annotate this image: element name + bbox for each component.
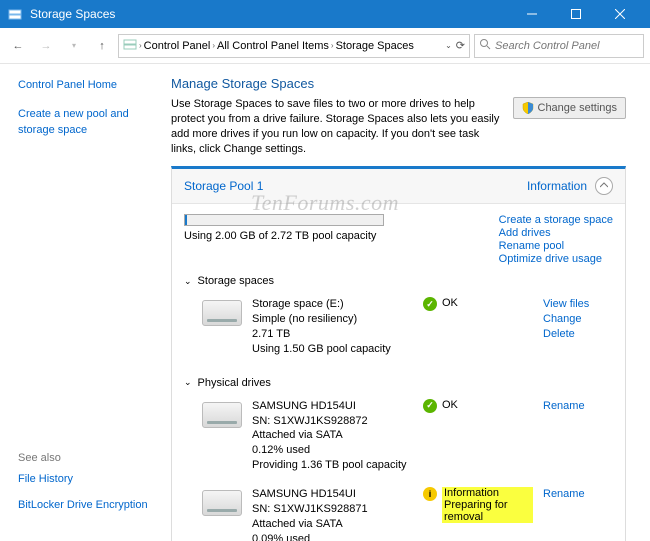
refresh-button[interactable]: ⟳	[456, 39, 465, 52]
pool-info-link[interactable]: Information	[527, 179, 587, 193]
page-title: Manage Storage Spaces	[171, 76, 626, 91]
storage-pool-panel: Storage Pool 1 Information Using 2.00 GB…	[171, 166, 626, 541]
drive-icon	[202, 300, 242, 326]
drive-icon	[202, 490, 242, 516]
collapse-button[interactable]	[595, 177, 613, 195]
main-panel: Manage Storage Spaces Use Storage Spaces…	[165, 64, 650, 541]
address-bar[interactable]: › Control Panel› All Control Panel Items…	[118, 34, 470, 58]
chevron-down-icon: ⌄	[184, 276, 192, 287]
titlebar: Storage Spaces	[0, 0, 650, 28]
up-button[interactable]: ↑	[90, 34, 114, 58]
drive-name: SAMSUNG HD154UI	[252, 399, 413, 414]
drive-name: SAMSUNG HD154UI	[252, 487, 413, 502]
capacity-text: Using 2.00 GB of 2.72 TB pool capacity	[184, 230, 459, 242]
shield-icon	[522, 102, 534, 114]
rename-drive-link[interactable]: Rename	[543, 487, 613, 502]
sidebar-bitlocker-link[interactable]: BitLocker Drive Encryption	[18, 498, 158, 513]
change-link[interactable]: Change	[543, 312, 613, 327]
window-title: Storage Spaces	[30, 7, 115, 21]
space-status: OK	[442, 297, 458, 309]
chevron-down-icon: ⌄	[184, 377, 192, 388]
sidebar-create-link[interactable]: Create a new pool and storage space	[18, 107, 155, 138]
drive-status-detail: Preparing for removal	[442, 499, 533, 523]
drive-attach: Attached via SATA	[252, 517, 413, 532]
physical-drives-section-header[interactable]: ⌄Physical drives	[184, 377, 613, 389]
rename-pool-link[interactable]: Rename pool	[499, 240, 613, 252]
recent-dropdown[interactable]: ▾	[62, 34, 86, 58]
minimize-button[interactable]	[510, 0, 554, 28]
drive-prov: Providing 1.36 TB pool capacity	[252, 458, 413, 473]
location-icon	[123, 37, 137, 54]
intro-text: Use Storage Spaces to save files to two …	[171, 97, 503, 156]
navbar: ← → ▾ ↑ › Control Panel› All Control Pan…	[0, 28, 650, 64]
close-button[interactable]	[598, 0, 642, 28]
drive-status: Information	[442, 487, 533, 499]
chevron-icon: ›	[139, 41, 142, 50]
back-button[interactable]: ←	[6, 34, 30, 58]
physical-drive-row: SAMSUNG HD154UI SN: S1XWJ1KS928872 Attac…	[184, 395, 613, 483]
rename-drive-link[interactable]: Rename	[543, 399, 613, 414]
sidebar-home-link[interactable]: Control Panel Home	[18, 78, 155, 93]
maximize-button[interactable]	[554, 0, 598, 28]
space-name: Storage space (E:)	[252, 297, 413, 312]
create-space-link[interactable]: Create a storage space	[499, 214, 613, 226]
see-also-header: See also	[18, 452, 158, 464]
sidebar-filehistory-link[interactable]: File History	[18, 472, 158, 487]
drive-used: 0.12% used	[252, 443, 413, 458]
physical-drive-row: SAMSUNG HD154UI SN: S1XWJ1KS928871 Attac…	[184, 483, 613, 541]
drive-used: 0.09% used	[252, 532, 413, 541]
ok-icon: ✓	[423, 297, 437, 311]
delete-link[interactable]: Delete	[543, 327, 613, 342]
forward-button[interactable]: →	[34, 34, 58, 58]
breadcrumb: Control Panel›	[144, 40, 215, 52]
address-dropdown[interactable]: ⌄	[445, 41, 452, 50]
change-settings-button[interactable]: Change settings	[513, 97, 627, 119]
add-drives-link[interactable]: Add drives	[499, 227, 613, 239]
drive-attach: Attached via SATA	[252, 428, 413, 443]
optimize-link[interactable]: Optimize drive usage	[499, 253, 613, 265]
drive-icon	[202, 402, 242, 428]
breadcrumb: Storage Spaces	[336, 40, 414, 52]
drive-status: OK	[442, 399, 458, 411]
space-size: 2.71 TB	[252, 327, 413, 342]
drive-sn: SN: S1XWJ1KS928872	[252, 414, 413, 429]
drive-sn: SN: S1XWJ1KS928871	[252, 502, 413, 517]
breadcrumb: All Control Panel Items›	[217, 40, 334, 52]
info-icon: i	[423, 487, 437, 501]
pool-name[interactable]: Storage Pool 1	[184, 179, 263, 193]
space-using: Using 1.50 GB pool capacity	[252, 342, 413, 357]
storage-spaces-section-header[interactable]: ⌄Storage spaces	[184, 275, 613, 287]
space-type: Simple (no resiliency)	[252, 312, 413, 327]
ok-icon: ✓	[423, 399, 437, 413]
search-input[interactable]: Search Control Panel	[474, 34, 644, 58]
storage-space-row: Storage space (E:) Simple (no resiliency…	[184, 293, 613, 366]
view-files-link[interactable]: View files	[543, 297, 613, 312]
storage-spaces-icon	[8, 7, 22, 21]
sidebar: Control Panel Home Create a new pool and…	[0, 64, 165, 541]
search-icon	[479, 38, 491, 53]
capacity-bar	[184, 214, 384, 226]
